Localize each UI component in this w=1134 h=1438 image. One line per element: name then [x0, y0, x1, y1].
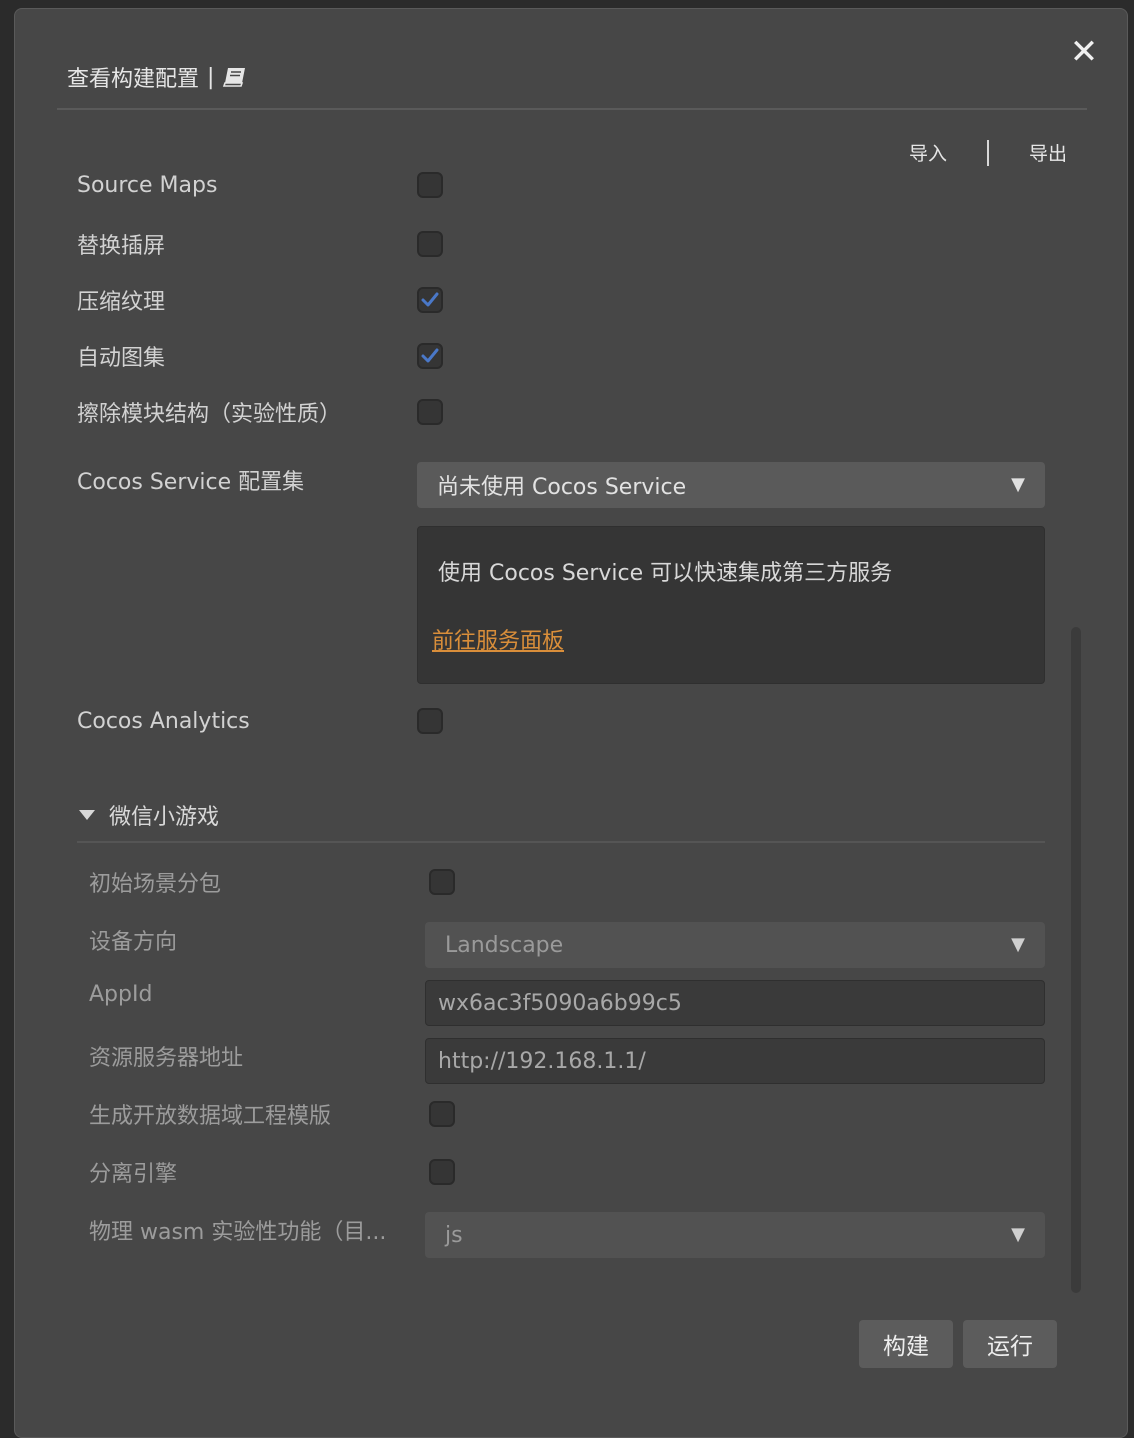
close-icon[interactable]: ✕ — [1067, 35, 1101, 69]
section-title: 微信小游戏 — [109, 805, 220, 830]
option-replace-splash: 替换插屏 — [77, 228, 443, 260]
option-label: Cocos Analytics — [77, 708, 250, 734]
select-value: 尚未使用 Cocos Service — [437, 475, 687, 500]
select-value: js — [445, 1222, 463, 1248]
option-label: 设备方向 — [89, 930, 178, 955]
replace-splash-checkbox[interactable] — [417, 231, 443, 257]
separate-engine-checkbox[interactable] — [429, 1159, 455, 1185]
dialog-footer: 构建 运行 — [859, 1320, 1057, 1368]
build-config-dialog: 查看构建配置 | ✕ 导入 导出 Source Maps 替换插屏 压缩纹理 自… — [14, 8, 1128, 1438]
import-export-toolbar: 导入 导出 — [909, 139, 1067, 166]
option-label: AppId — [89, 982, 153, 1007]
option-cocos-analytics: Cocos Analytics — [77, 708, 443, 734]
option-label: 自动图集 — [77, 346, 166, 371]
option-appid: AppId — [89, 982, 429, 1007]
dropdown-arrow-icon: ▼ — [1011, 474, 1025, 495]
book-icon[interactable] — [222, 66, 248, 88]
remote-server-input[interactable]: http://192.168.1.1/ — [425, 1038, 1045, 1084]
open-data-template-checkbox[interactable] — [429, 1101, 455, 1127]
wechat-section-header[interactable]: 微信小游戏 — [79, 799, 219, 831]
vertical-scrollbar[interactable] — [1071, 627, 1081, 1293]
option-cocos-service: Cocos Service 配置集 — [77, 464, 417, 496]
option-label: 初始场景分包 — [89, 872, 222, 897]
initial-scene-subpackage-checkbox[interactable] — [429, 869, 455, 895]
section-divider — [77, 841, 1045, 843]
toolbar-separator — [986, 139, 989, 166]
auto-atlas-checkbox[interactable] — [417, 343, 443, 369]
dropdown-arrow-icon: ▼ — [1011, 934, 1025, 955]
collapse-triangle-icon — [79, 810, 95, 820]
appid-input[interactable]: wx6ac3f5090a6b99c5 — [425, 980, 1045, 1026]
title-separator: | — [207, 64, 215, 90]
config-scroll-area: Source Maps 替换插屏 压缩纹理 自动图集 擦除模块结构（实验性质） … — [15, 169, 1075, 1289]
option-label: 资源服务器地址 — [89, 1046, 244, 1071]
info-text: 使用 Cocos Service 可以快速集成第三方服务 — [438, 561, 893, 586]
compress-texture-checkbox[interactable] — [417, 287, 443, 313]
option-label: 生成开放数据域工程模版 — [89, 1104, 332, 1129]
dialog-title: 查看构建配置 — [67, 67, 200, 92]
physics-wasm-select[interactable]: js ▼ — [425, 1212, 1045, 1258]
select-value: Landscape — [445, 932, 564, 958]
option-physics-wasm: 物理 wasm 实验性功能（目... — [89, 1214, 409, 1246]
option-label: 压缩纹理 — [77, 290, 166, 315]
option-erase-module-structure: 擦除模块结构（实验性质） — [77, 396, 443, 428]
option-separate-engine: 分离引擎 — [89, 1156, 455, 1188]
option-orientation: 设备方向 — [89, 924, 429, 956]
option-label: 物理 wasm 实验性功能（目... — [89, 1220, 387, 1245]
option-compress-texture: 压缩纹理 — [77, 284, 443, 316]
option-label: 替换插屏 — [77, 234, 166, 259]
option-open-data-template: 生成开放数据域工程模版 — [89, 1098, 455, 1130]
cocos-service-select[interactable]: 尚未使用 Cocos Service ▼ — [417, 462, 1045, 508]
import-button[interactable]: 导入 — [909, 139, 947, 166]
dropdown-arrow-icon: ▼ — [1011, 1224, 1025, 1245]
orientation-select[interactable]: Landscape ▼ — [425, 922, 1045, 968]
run-button[interactable]: 运行 — [963, 1320, 1057, 1368]
checkmark-icon — [421, 348, 439, 363]
cocos-analytics-checkbox[interactable] — [417, 708, 443, 734]
dialog-header: 查看构建配置 | — [67, 59, 248, 95]
option-label: 擦除模块结构（实验性质） — [77, 402, 342, 427]
open-service-panel-link[interactable]: 前往服务面板 — [432, 623, 564, 655]
option-initial-scene-subpackage: 初始场景分包 — [89, 866, 455, 898]
header-divider — [57, 108, 1087, 110]
option-remote-server: 资源服务器地址 — [89, 1040, 429, 1072]
option-label: 分离引擎 — [89, 1162, 178, 1187]
cocos-service-info-panel: 使用 Cocos Service 可以快速集成第三方服务 前往服务面板 — [417, 526, 1045, 684]
option-label: Source Maps — [77, 172, 218, 198]
checkmark-icon — [421, 292, 439, 307]
source-maps-checkbox[interactable] — [417, 172, 443, 198]
erase-module-structure-checkbox[interactable] — [417, 399, 443, 425]
build-button[interactable]: 构建 — [859, 1320, 953, 1368]
option-label: Cocos Service 配置集 — [77, 470, 305, 495]
export-button[interactable]: 导出 — [1029, 139, 1067, 166]
option-auto-atlas: 自动图集 — [77, 340, 443, 372]
option-source-maps: Source Maps — [77, 172, 443, 198]
